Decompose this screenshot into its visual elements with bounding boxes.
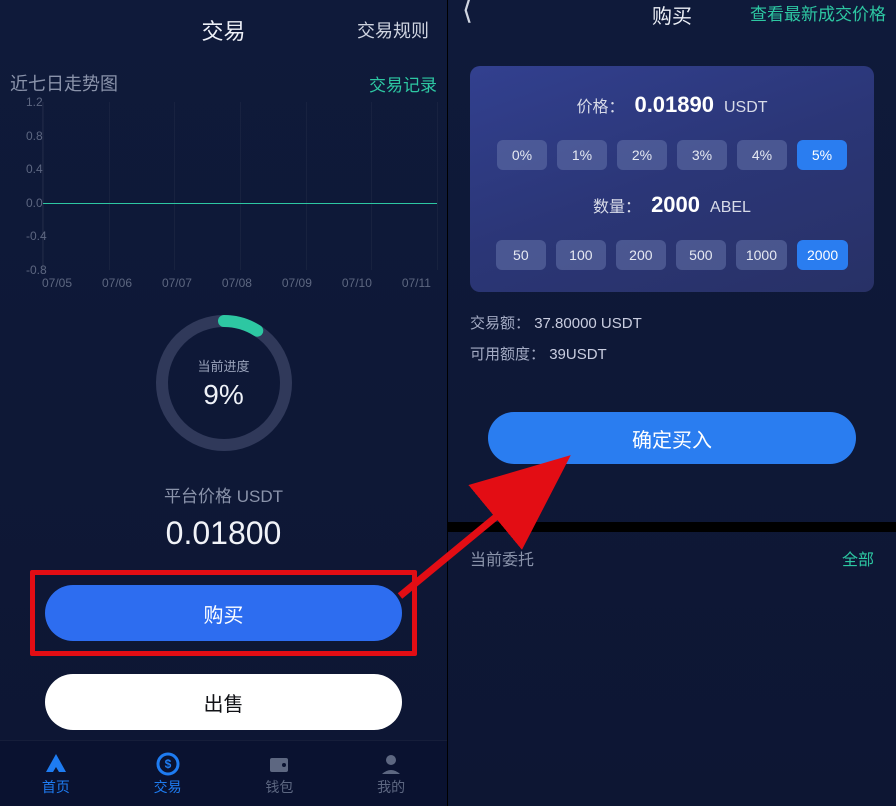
quantity-unit: ABEL bbox=[710, 199, 751, 217]
quantity-row: 数量： 2000 ABEL bbox=[488, 192, 856, 218]
sell-button[interactable]: 出售 bbox=[45, 674, 402, 730]
svg-text:$: $ bbox=[164, 757, 171, 771]
available-label: 可用额度： bbox=[470, 346, 545, 363]
quantity-chip[interactable]: 500 bbox=[676, 240, 726, 270]
page-title: 交易 bbox=[201, 14, 245, 46]
order-card: 价格： 0.01890 USDT 0% 1% 2% 3% 4% 5% 数量： 2000 A… bbox=[470, 66, 874, 292]
x-tick-label: 07/07 bbox=[162, 276, 192, 290]
x-tick-label: 07/09 bbox=[282, 276, 312, 290]
quantity-chips: 50 100 200 500 1000 2000 bbox=[488, 240, 856, 270]
price-row: 价格： 0.01890 USDT bbox=[488, 92, 856, 118]
y-tick-label: 0.4 bbox=[26, 162, 43, 176]
quantity-value: 2000 bbox=[651, 192, 700, 218]
quantity-chip[interactable]: 2000 bbox=[797, 240, 848, 270]
percentage-chip[interactable]: 3% bbox=[677, 140, 727, 170]
trade-log-link[interactable]: 交易记录 bbox=[369, 71, 437, 96]
confirm-buy-button[interactable]: 确定买入 bbox=[488, 412, 856, 464]
y-tick-label: 0.8 bbox=[26, 129, 43, 143]
trend-header-row: 近七日走势图 交易记录 bbox=[0, 60, 447, 102]
trade-screen: 交易 交易规则 近七日走势图 交易记录 1.20.80.40.0-0.4-0.8… bbox=[0, 0, 448, 806]
person-icon bbox=[378, 751, 404, 777]
trade-amount-value: 37.80000 USDT bbox=[534, 315, 642, 332]
nav-trade[interactable]: $ 交易 bbox=[154, 751, 182, 797]
percentage-chip[interactable]: 4% bbox=[737, 140, 787, 170]
trade-amount-line: 交易额： 37.80000 USDT bbox=[470, 312, 874, 333]
orders-all-link[interactable]: 全部 bbox=[842, 546, 874, 570]
quantity-label: 数量： bbox=[593, 193, 641, 217]
nav-mine[interactable]: 我的 bbox=[377, 751, 405, 797]
platform-price-value: 0.01800 bbox=[0, 515, 447, 552]
trend-line bbox=[43, 203, 437, 204]
price-value: 0.01890 bbox=[634, 92, 714, 118]
percentage-chips: 0% 1% 2% 3% 4% 5% bbox=[488, 140, 856, 170]
header: ⟨ 购买 查看最新成交价格 bbox=[448, 0, 896, 42]
percentage-chip[interactable]: 1% bbox=[557, 140, 607, 170]
trend-title: 近七日走势图 bbox=[10, 70, 118, 96]
buy-button-highlight: 购买 bbox=[30, 570, 417, 656]
latest-price-link[interactable]: 查看最新成交价格 bbox=[750, 0, 886, 25]
percentage-chip[interactable]: 0% bbox=[497, 140, 547, 170]
header: 交易 交易规则 bbox=[0, 0, 447, 60]
platform-price-label: 平台价格 USDT bbox=[0, 482, 447, 507]
nav-trade-label: 交易 bbox=[154, 777, 182, 797]
nav-home-label: 首页 bbox=[42, 777, 70, 797]
trade-amount-label: 交易额： bbox=[470, 315, 530, 332]
gauge-percent: 9% bbox=[203, 379, 243, 411]
x-tick-label: 07/08 bbox=[222, 276, 252, 290]
x-tick-label: 07/06 bbox=[102, 276, 132, 290]
nav-wallet-label: 钱包 bbox=[265, 777, 293, 797]
orders-label: 当前委托 bbox=[470, 546, 534, 570]
back-icon[interactable]: ⟨ bbox=[462, 0, 473, 20]
quantity-chip[interactable]: 100 bbox=[556, 240, 606, 270]
quantity-chip[interactable]: 1000 bbox=[736, 240, 787, 270]
wallet-icon bbox=[266, 751, 292, 777]
quantity-chip[interactable]: 50 bbox=[496, 240, 546, 270]
nav-home[interactable]: 首页 bbox=[42, 751, 70, 797]
price-label: 价格： bbox=[576, 93, 624, 117]
y-tick-label: 1.2 bbox=[26, 95, 43, 109]
page-title: 购买 bbox=[652, 0, 692, 29]
price-unit: USDT bbox=[724, 99, 768, 117]
buy-screen: ⟨ 购买 查看最新成交价格 价格： 0.01890 USDT 0% 1% 2% 3% 4… bbox=[448, 0, 896, 806]
available-value: 39USDT bbox=[549, 346, 607, 363]
info-lines: 交易额： 37.80000 USDT 可用额度： 39USDT bbox=[470, 312, 874, 364]
orders-header: 当前委托 全部 bbox=[448, 532, 896, 584]
quantity-chip[interactable]: 200 bbox=[616, 240, 666, 270]
trade-rules-link[interactable]: 交易规则 bbox=[357, 17, 429, 43]
percentage-chip[interactable]: 5% bbox=[797, 140, 847, 170]
home-icon bbox=[43, 751, 69, 777]
trade-icon: $ bbox=[155, 751, 181, 777]
percentage-chip[interactable]: 2% bbox=[617, 140, 667, 170]
nav-wallet[interactable]: 钱包 bbox=[265, 751, 293, 797]
x-tick-label: 07/11 bbox=[402, 276, 431, 290]
nav-mine-label: 我的 bbox=[377, 777, 405, 797]
section-divider bbox=[448, 522, 896, 532]
buy-button[interactable]: 购买 bbox=[45, 585, 402, 641]
progress-gauge: 当前进度 9% bbox=[0, 308, 447, 458]
trend-chart: 1.20.80.40.0-0.4-0.8 07/0507/0607/0707/0… bbox=[0, 102, 447, 290]
available-line: 可用额度： 39USDT bbox=[470, 343, 874, 364]
gauge-label: 当前进度 bbox=[197, 356, 249, 375]
y-tick-label: 0.0 bbox=[26, 196, 43, 210]
bottom-nav: 首页 $ 交易 钱包 我的 bbox=[0, 740, 447, 806]
x-tick-label: 07/10 bbox=[342, 276, 372, 290]
x-tick-label: 07/05 bbox=[42, 276, 72, 290]
